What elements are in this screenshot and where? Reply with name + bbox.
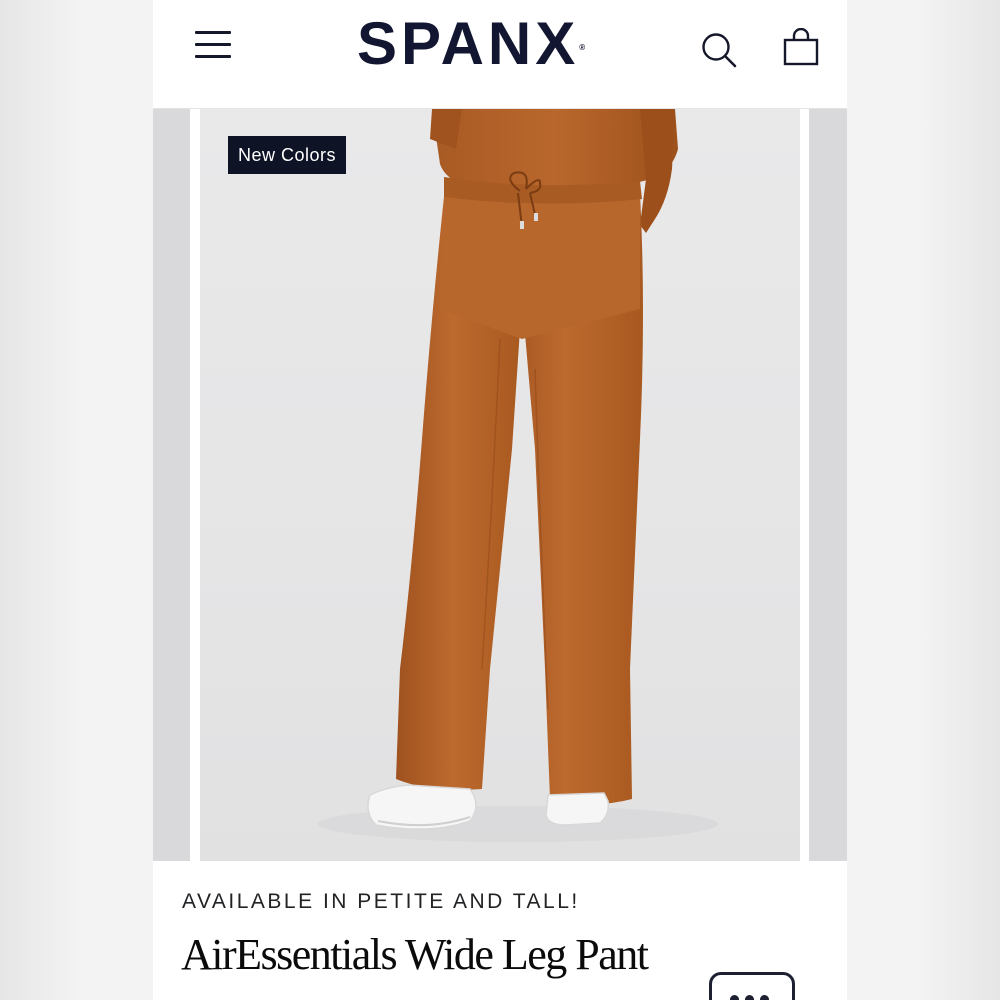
next-slide-peek[interactable] <box>809 109 847 861</box>
brand-name: SPANX <box>357 10 580 77</box>
site-header: SPANX ® <box>153 0 847 109</box>
mobile-page: SPANX ® New Colors AVAILABLE IN PETITE A… <box>153 0 847 1000</box>
search-icon-graphic <box>702 33 737 68</box>
product-image-carousel[interactable]: New Colors <box>153 109 847 861</box>
search-icon[interactable] <box>699 30 739 70</box>
menu-bar <box>195 55 231 58</box>
hamburger-menu-icon[interactable] <box>193 26 235 64</box>
registered-mark: ® <box>579 43 586 52</box>
menu-bar <box>195 31 231 34</box>
product-title: AirEssentials Wide Leg Pant <box>181 930 649 979</box>
screenshot-frame: SPANX ® New Colors AVAILABLE IN PETITE A… <box>0 0 1000 1000</box>
product-image[interactable]: New Colors <box>200 109 800 861</box>
menu-bar <box>195 43 231 46</box>
product-photo-illustration <box>318 109 718 842</box>
shopping-bag-icon-graphic <box>783 27 819 66</box>
brand-logo[interactable]: SPANX ® <box>357 12 647 76</box>
chat-bubble-icon[interactable] <box>709 972 795 1000</box>
new-colors-badge: New Colors <box>228 136 347 174</box>
shopping-bag-icon[interactable] <box>781 27 821 68</box>
chat-dot <box>745 995 754 1000</box>
availability-note: AVAILABLE IN PETITE AND TALL! <box>182 890 580 913</box>
previous-slide-peek[interactable] <box>153 109 190 861</box>
chat-dot <box>730 995 739 1000</box>
product-info: AVAILABLE IN PETITE AND TALL! AirEssenti… <box>153 861 847 1000</box>
chat-dot <box>760 995 769 1000</box>
